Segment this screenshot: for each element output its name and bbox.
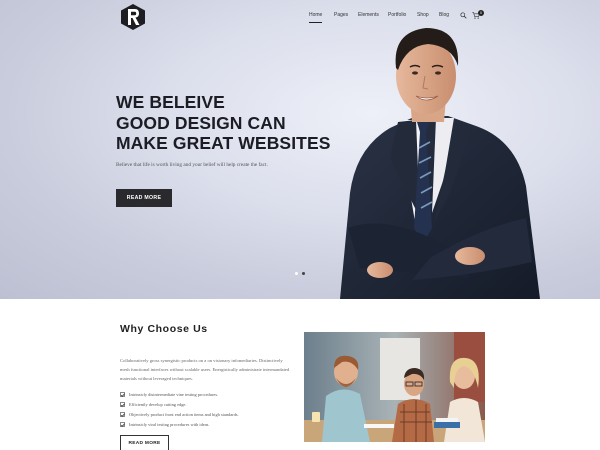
hero-section: Home Pages Elements Portfolio Shop Blog … [0, 0, 600, 299]
hero-read-more-button[interactable]: READ MORE [116, 189, 172, 207]
feature-text: Objectively product front end action ite… [129, 411, 239, 417]
why-intro-text: Collaboratively gross synergistic produc… [120, 358, 290, 381]
check-icon [120, 391, 125, 397]
hero-title: WE BELEIVE GOOD DESIGN CAN MAKE GREAT WE… [116, 92, 336, 154]
check-icon [120, 411, 125, 417]
slider-dot-active[interactable] [302, 272, 305, 275]
hero-title-line: MAKE GREAT WEBSITES [116, 133, 331, 153]
cart-count-badge: 0 [478, 10, 484, 16]
feature-text: Intrinsicly disintermediate vine testing… [129, 391, 219, 397]
check-icon [120, 401, 125, 407]
why-read-more-button[interactable]: READ MORE [120, 435, 169, 450]
feature-text: Intrinsicly viral testing procedures wit… [129, 421, 210, 427]
hero-title-line: WE BELEIVE [116, 92, 225, 112]
list-item: Efficiently develop cutting edge. [120, 400, 186, 408]
hero-title-line: GOOD DESIGN CAN [116, 112, 286, 133]
check-icon [120, 421, 125, 427]
hero-businessman-image [340, 28, 540, 299]
list-item: Objectively product front end action ite… [120, 410, 239, 418]
slider-dot[interactable] [295, 272, 298, 275]
r-logo-icon[interactable] [121, 4, 145, 30]
feature-text: Efficiently develop cutting edge. [129, 401, 187, 407]
team-meeting-image [304, 332, 485, 442]
list-item: Intrinsicly disintermediate vine testing… [120, 390, 218, 398]
why-choose-us-title: Why Choose Us [120, 323, 208, 335]
list-item: Intrinsicly viral testing procedures wit… [120, 420, 209, 428]
hero-subtitle: Believe that life is worth living and yo… [116, 162, 268, 168]
